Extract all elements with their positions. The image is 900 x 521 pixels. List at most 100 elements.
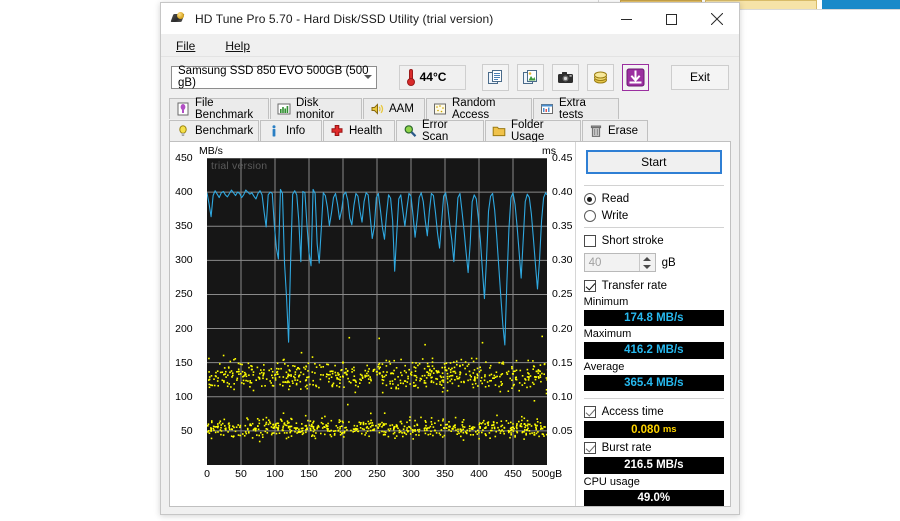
tab-health[interactable]: Health [323, 120, 395, 141]
tab-bar: File Benchmark Disk monitor AAM Random A… [161, 97, 739, 143]
tab-health-label: Health [349, 125, 383, 137]
transfer-rate-chart: MB/s ms trial version 450 400 350 300 250 200… [170, 142, 575, 506]
drive-select-value: Samsung SSD 850 EVO 500GB (500 gB) [178, 65, 369, 89]
benchmark-bulb-icon [179, 125, 187, 136]
checkbox-short-stroke-label: Short stroke [601, 235, 664, 248]
drive-select[interactable]: Samsung SSD 850 EVO 500GB (500 gB) [171, 65, 377, 89]
x-tick-label: 100 [266, 468, 284, 480]
checkbox-burst-rate-label: Burst rate [601, 442, 652, 455]
y-tick-label: 50 [180, 424, 193, 437]
y2-tick-label: 0.45 [552, 152, 573, 164]
short-stroke-value: 40 [588, 256, 602, 269]
x-tick-label: 150 [300, 468, 318, 480]
checkbox-short-stroke[interactable]: Short stroke [583, 233, 724, 249]
y-tick-label: 200 [175, 322, 193, 335]
spinner-up-icon[interactable] [643, 256, 652, 261]
copy-text-icon[interactable] [482, 63, 509, 91]
x-tick-label: 200 [334, 468, 352, 480]
y-tick-label: 450 [175, 152, 193, 164]
checkbox-access-time[interactable]: Access time [583, 404, 724, 420]
aam-speaker-icon [371, 103, 384, 115]
file-benchmark-icon [177, 102, 189, 116]
checkbox-burst-rate[interactable]: Burst rate [583, 440, 724, 456]
menu-file[interactable]: File [171, 37, 200, 55]
checkbox-access-time-indicator [583, 406, 596, 419]
x-tick-label: 0 [204, 468, 210, 480]
controls-panel: Start Read Write Short stroke 40 gB Tran… [574, 142, 730, 507]
tab-erase-label: Erase [608, 125, 639, 137]
average-label: Average [583, 360, 625, 373]
tab-benchmark[interactable]: Benchmark [169, 120, 259, 141]
minimum-value: 174.8 MB/s [583, 309, 724, 327]
tab-row-1: File Benchmark Disk monitor AAM Random A… [169, 97, 731, 121]
spinner-buttons[interactable] [638, 254, 655, 272]
start-button[interactable]: Start [585, 150, 722, 175]
average-value: 365.4 MB/s [583, 374, 724, 392]
maximum-label: Maximum [583, 328, 632, 341]
radio-write[interactable]: Write [583, 208, 724, 224]
minimum-label: Minimum [583, 295, 629, 308]
menu-bar: File Help [161, 35, 739, 57]
window-controls [604, 3, 739, 35]
close-button[interactable] [694, 3, 739, 35]
checkbox-short-stroke-indicator [583, 235, 596, 248]
hard-disk-icon [170, 11, 186, 26]
tab-disk-monitor[interactable]: Disk monitor [270, 97, 362, 121]
error-scan-magnifier-icon [404, 125, 417, 137]
divider-2 [583, 227, 724, 229]
x-tick-label: 500gB [531, 468, 563, 480]
tab-file-benchmark[interactable]: File Benchmark [169, 97, 269, 121]
radio-read[interactable]: Read [583, 191, 724, 207]
health-cross-icon [331, 125, 343, 136]
exit-button[interactable]: Exit [671, 64, 729, 90]
checkbox-transfer-rate-indicator [583, 279, 596, 292]
donate-icon[interactable] [587, 63, 614, 91]
y-tick-label: 100 [175, 390, 193, 403]
chart-canvas [207, 158, 547, 465]
random-access-icon [434, 103, 446, 115]
window-title: HD Tune Pro 5.70 - Hard Disk/SSD Utility… [195, 11, 494, 26]
title-bar: HD Tune Pro 5.70 - Hard Disk/SSD Utility… [161, 3, 739, 35]
y2-tick-label: 0.10 [552, 390, 573, 403]
checkbox-burst-rate-indicator [583, 442, 596, 455]
radio-write-label: Write [601, 209, 629, 222]
radio-write-indicator [583, 209, 596, 222]
short-stroke-unit: gB [661, 256, 676, 269]
tab-extra-tests[interactable]: Extra tests [533, 97, 619, 121]
y-tick-label: 350 [175, 220, 193, 233]
tab-random-access-label: Random Access [452, 97, 496, 121]
info-icon [272, 125, 276, 137]
screenshot-icon[interactable] [552, 63, 579, 91]
download-icon[interactable] [622, 63, 649, 91]
chevron-down-icon [363, 75, 372, 79]
chart-plot-area: trial version [207, 158, 547, 465]
y-tick-label: 250 [175, 288, 193, 301]
divider-3 [583, 398, 724, 400]
short-stroke-spinner[interactable]: 40 [583, 253, 656, 273]
checkbox-transfer-rate[interactable]: Transfer rate [583, 277, 724, 293]
tab-erase[interactable]: Erase [582, 120, 648, 141]
y-tick-label: 400 [175, 186, 193, 199]
x-tick-label: 450 [504, 468, 522, 480]
tab-benchmark-label: Benchmark [195, 125, 254, 137]
tab-random-access[interactable]: Random Access [426, 97, 532, 121]
toolbar: Samsung SSD 850 EVO 500GB (500 gB) 44°C [161, 57, 739, 97]
y2-tick-label: 0.35 [552, 220, 573, 233]
tab-info-label: Info [286, 125, 306, 137]
copy-image-icon[interactable] [517, 63, 544, 91]
maximize-button[interactable] [649, 3, 694, 35]
tab-disk-monitor-label: Disk monitor [296, 97, 335, 121]
menu-help[interactable]: Help [220, 37, 255, 55]
tab-aam-label: AAM [389, 103, 414, 115]
tab-error-scan[interactable]: Error Scan [396, 119, 484, 143]
minimize-button[interactable] [604, 3, 649, 35]
tab-error-scan-label: Error Scan [422, 119, 449, 143]
tab-folder-usage[interactable]: Folder Usage [485, 119, 581, 143]
folder-usage-icon [492, 126, 506, 137]
tab-aam[interactable]: AAM [363, 98, 425, 119]
spinner-down-icon[interactable] [643, 265, 652, 270]
checkbox-access-time-label: Access time [601, 406, 664, 419]
access-time-unit: ms [662, 424, 677, 436]
tab-file-benchmark-label: File Benchmark [195, 97, 254, 121]
tab-info[interactable]: Info [260, 120, 322, 141]
